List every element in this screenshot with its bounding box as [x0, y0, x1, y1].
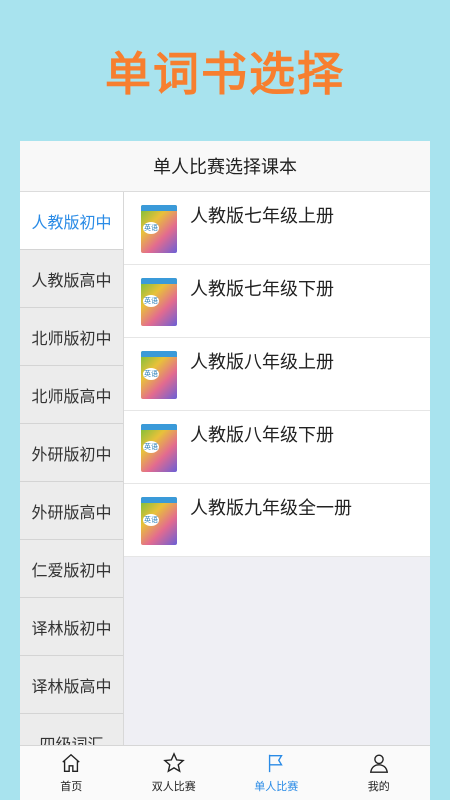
sidebar-item-pep-senior[interactable]: 人教版高中	[20, 250, 123, 308]
sidebar-item-yilin-junior[interactable]: 译林版初中	[20, 598, 123, 656]
content-area: 人教版初中 人教版高中 北师版初中 北师版高中 外研版初中 外研版高中 仁爱版初…	[20, 192, 430, 746]
home-icon	[62, 753, 80, 772]
book-cover: 英语	[141, 205, 177, 253]
sidebar-item-pep-junior[interactable]: 人教版初中	[20, 192, 123, 250]
category-sidebar[interactable]: 人教版初中 人教版高中 北师版初中 北师版高中 外研版初中 外研版高中 仁爱版初…	[20, 192, 124, 746]
tab-label: 单人比赛	[254, 780, 299, 793]
page-title: 单人比赛选择课本	[153, 157, 297, 178]
sidebar-item-cet4[interactable]: 四级词汇	[20, 714, 123, 747]
tab-bar: 首页 双人比赛 单人比赛 我的	[20, 745, 430, 800]
list-item[interactable]: 英语 人教版七年级下册	[124, 265, 430, 338]
sidebar-item-fltrp-junior[interactable]: 外研版初中	[20, 424, 123, 482]
flag-icon	[269, 754, 283, 773]
tab-label: 双人比赛	[151, 780, 196, 793]
book-title: 人教版九年级全一册	[190, 498, 352, 519]
sidebar-item-label: 北师版高中	[31, 386, 112, 406]
sidebar-item-bnu-junior[interactable]: 北师版初中	[20, 308, 123, 366]
book-cover: 英语	[141, 351, 177, 399]
book-list: 英语 人教版七年级上册 英语 人教版七年级下册 英语 人教版八年级上册 英语 人…	[124, 192, 430, 557]
list-item[interactable]: 英语 人教版八年级下册	[124, 411, 430, 484]
user-icon	[369, 754, 388, 773]
tab-home[interactable]: 首页	[20, 746, 123, 800]
sidebar-item-label: 四级词汇	[39, 734, 104, 747]
book-title: 人教版八年级下册	[190, 425, 334, 446]
book-title: 人教版七年级下册	[190, 279, 334, 300]
sidebar-item-label: 外研版高中	[31, 502, 112, 522]
cover-badge: 英语	[143, 368, 159, 380]
nav-header: 单人比赛选择课本	[20, 141, 430, 192]
sidebar-item-yilin-senior[interactable]: 译林版高中	[20, 656, 123, 714]
tab-double-match[interactable]: 双人比赛	[123, 746, 226, 800]
tab-mine[interactable]: 我的	[328, 746, 431, 800]
book-cover: 英语	[141, 424, 177, 472]
book-panel: 英语 人教版七年级上册 英语 人教版七年级下册 英语 人教版八年级上册 英语 人…	[124, 192, 430, 746]
app-screen: 单人比赛选择课本 人教版初中 人教版高中 北师版初中 北师版高中 外研版初中 外…	[20, 141, 430, 800]
book-title: 人教版七年级上册	[190, 206, 334, 227]
hero-title: 单词书选择	[105, 47, 345, 101]
book-title: 人教版八年级上册	[190, 352, 334, 373]
sidebar-item-label: 译林版高中	[31, 676, 112, 696]
sidebar-item-label: 译林版初中	[31, 618, 112, 638]
book-cover: 英语	[141, 497, 177, 545]
tab-label: 我的	[367, 780, 390, 793]
sidebar-item-bnu-senior[interactable]: 北师版高中	[20, 366, 123, 424]
list-item[interactable]: 英语 人教版八年级上册	[124, 338, 430, 411]
tab-label: 首页	[60, 780, 83, 793]
sidebar-item-label: 外研版初中	[31, 444, 112, 464]
tab-single-match[interactable]: 单人比赛	[225, 746, 328, 800]
sidebar-item-label: 仁爱版初中	[31, 560, 112, 580]
sidebar-item-label: 人教版初中	[31, 212, 112, 232]
list-item[interactable]: 英语 人教版九年级全一册	[124, 484, 430, 557]
list-item[interactable]: 英语 人教版七年级上册	[124, 192, 430, 265]
book-cover: 英语	[141, 278, 177, 326]
sidebar-item-fltrp-senior[interactable]: 外研版高中	[20, 482, 123, 540]
sidebar-item-label: 北师版初中	[31, 328, 112, 348]
sidebar-item-label: 人教版高中	[31, 270, 112, 290]
cover-badge: 英语	[143, 441, 159, 453]
sidebar-item-renai-junior[interactable]: 仁爱版初中	[20, 540, 123, 598]
star-icon	[162, 752, 185, 773]
cover-badge: 英语	[143, 514, 159, 526]
cover-badge: 英语	[143, 295, 159, 307]
cover-badge: 英语	[143, 222, 159, 234]
